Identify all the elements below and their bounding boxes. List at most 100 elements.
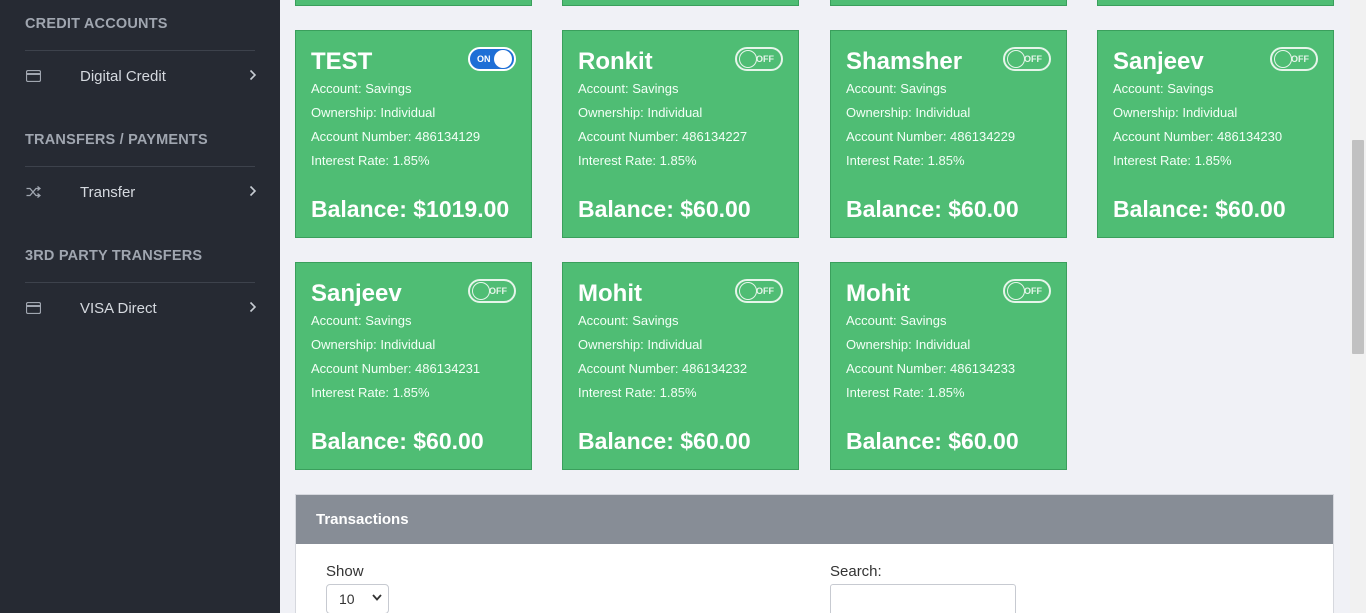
interest-rate: Interest Rate: 1.85%: [846, 153, 965, 168]
interest-rate: Interest Rate: 1.85%: [846, 385, 965, 400]
toggle-knob: [1007, 50, 1025, 68]
transactions-panel: Transactions Show 10 Search:: [295, 494, 1334, 613]
transactions-header: Transactions: [296, 495, 1333, 544]
account-ownership: Ownership: Individual: [311, 105, 436, 120]
sidebar-divider: [25, 282, 255, 283]
toggle-label: OFF: [1024, 286, 1042, 296]
sidebar-item-visa-direct[interactable]: VISA Direct: [25, 296, 257, 320]
chevron-down-icon: [372, 592, 382, 604]
sidebar-heading-3rd-party-transfers: 3RD PARTY TRANSFERS: [25, 248, 203, 264]
account-name: Mohit: [578, 280, 642, 307]
sidebar: CREDIT ACCOUNTS Digital Credit TRANSFERS…: [0, 0, 280, 613]
toggle-knob: [472, 282, 490, 300]
search-label: Search:: [830, 563, 882, 580]
sidebar-divider: [25, 50, 255, 51]
account-toggle[interactable]: ON: [468, 47, 516, 71]
account-name: Mohit: [846, 280, 910, 307]
account-name: Ronkit: [578, 48, 653, 75]
interest-rate: Interest Rate: 1.85%: [1113, 153, 1232, 168]
show-entries-label: Show: [326, 563, 364, 580]
credit-card-icon: [25, 301, 41, 315]
interest-rate: Interest Rate: 1.85%: [578, 153, 697, 168]
chevron-right-icon: [249, 184, 257, 200]
account-number: Account Number: 486134229: [846, 129, 1016, 144]
account-number: Account Number: 486134129: [311, 129, 481, 144]
toggle-label: OFF: [756, 54, 774, 64]
account-balance: Balance: $60.00: [846, 196, 1019, 222]
account-card[interactable]: Sanjeev OFF Account: Savings Ownership: …: [1097, 30, 1334, 238]
account-ownership: Ownership: Individual: [578, 337, 703, 352]
account-card[interactable]: Sanjeev OFF Account: Savings Ownership: …: [295, 262, 532, 470]
account-ownership: Ownership: Individual: [846, 337, 971, 352]
account-name: Shamsher: [846, 48, 963, 75]
sidebar-heading-credit-accounts: CREDIT ACCOUNTS: [25, 16, 168, 32]
account-toggle[interactable]: OFF: [735, 279, 783, 303]
account-number: Account Number: 486134232: [578, 361, 748, 376]
account-name: Sanjeev: [1113, 48, 1204, 75]
account-card[interactable]: Shamsher OFF Account: Savings Ownership:…: [830, 30, 1067, 238]
interest-rate: Interest Rate: 1.85%: [311, 385, 430, 400]
search-input[interactable]: [830, 584, 1016, 613]
account-type: Account: Savings: [846, 313, 947, 328]
account-ownership: Ownership: Individual: [311, 337, 436, 352]
account-toggle[interactable]: OFF: [1270, 47, 1318, 71]
account-card-partial: [1097, 0, 1334, 6]
account-number: Account Number: 486134230: [1113, 129, 1283, 144]
toggle-knob: [1007, 282, 1025, 300]
shuffle-icon: [25, 185, 41, 199]
account-type: Account: Savings: [311, 81, 412, 96]
page-size-select[interactable]: 10: [326, 584, 389, 613]
sidebar-item-label: Transfer: [80, 183, 136, 201]
sidebar-item-transfer[interactable]: Transfer: [25, 180, 257, 204]
account-card[interactable]: Ronkit OFF Account: Savings Ownership: I…: [562, 30, 799, 238]
account-card-partial: [830, 0, 1067, 6]
interest-rate: Interest Rate: 1.85%: [311, 153, 430, 168]
main-content: TEST ON Account: Savings Ownership: Indi…: [280, 0, 1350, 613]
account-card[interactable]: Mohit OFF Account: Savings Ownership: In…: [830, 262, 1067, 470]
account-type: Account: Savings: [578, 313, 679, 328]
sidebar-heading-transfers-payments: TRANSFERS / PAYMENTS: [25, 132, 208, 148]
account-number: Account Number: 486134231: [311, 361, 481, 376]
account-balance: Balance: $60.00: [578, 428, 751, 454]
account-number: Account Number: 486134233: [846, 361, 1016, 376]
toggle-label: OFF: [756, 286, 774, 296]
account-toggle[interactable]: OFF: [1003, 47, 1051, 71]
scrollbar-thumb[interactable]: [1352, 140, 1364, 354]
account-name: TEST: [311, 48, 373, 75]
account-type: Account: Savings: [1113, 81, 1214, 96]
account-card[interactable]: TEST ON Account: Savings Ownership: Indi…: [295, 30, 532, 238]
toggle-label: ON: [477, 54, 491, 64]
credit-card-icon: [25, 69, 41, 83]
account-card[interactable]: Mohit OFF Account: Savings Ownership: In…: [562, 262, 799, 470]
account-balance: Balance: $60.00: [578, 196, 751, 222]
account-toggle[interactable]: OFF: [468, 279, 516, 303]
account-ownership: Ownership: Individual: [846, 105, 971, 120]
transactions-title: Transactions: [316, 511, 409, 528]
account-balance: Balance: $60.00: [311, 428, 484, 454]
toggle-knob: [739, 50, 757, 68]
toggle-knob: [739, 282, 757, 300]
account-ownership: Ownership: Individual: [578, 105, 703, 120]
account-ownership: Ownership: Individual: [1113, 105, 1238, 120]
account-type: Account: Savings: [846, 81, 947, 96]
page-size-value: 10: [339, 591, 355, 607]
account-number: Account Number: 486134227: [578, 129, 748, 144]
page-scrollbar[interactable]: [1350, 0, 1366, 613]
toggle-label: OFF: [489, 286, 507, 296]
toggle-knob: [1274, 50, 1292, 68]
account-toggle[interactable]: OFF: [735, 47, 783, 71]
account-balance: Balance: $60.00: [846, 428, 1019, 454]
sidebar-divider: [25, 166, 255, 167]
account-name: Sanjeev: [311, 280, 402, 307]
account-balance: Balance: $60.00: [1113, 196, 1286, 222]
toggle-label: OFF: [1024, 54, 1042, 64]
account-toggle[interactable]: OFF: [1003, 279, 1051, 303]
toggle-label: OFF: [1291, 54, 1309, 64]
sidebar-item-label: VISA Direct: [80, 299, 157, 317]
chevron-right-icon: [249, 68, 257, 84]
account-balance: Balance: $1019.00: [311, 196, 510, 222]
chevron-right-icon: [249, 300, 257, 316]
sidebar-item-digital-credit[interactable]: Digital Credit: [25, 64, 257, 88]
account-card-partial: [295, 0, 532, 6]
interest-rate: Interest Rate: 1.85%: [578, 385, 697, 400]
